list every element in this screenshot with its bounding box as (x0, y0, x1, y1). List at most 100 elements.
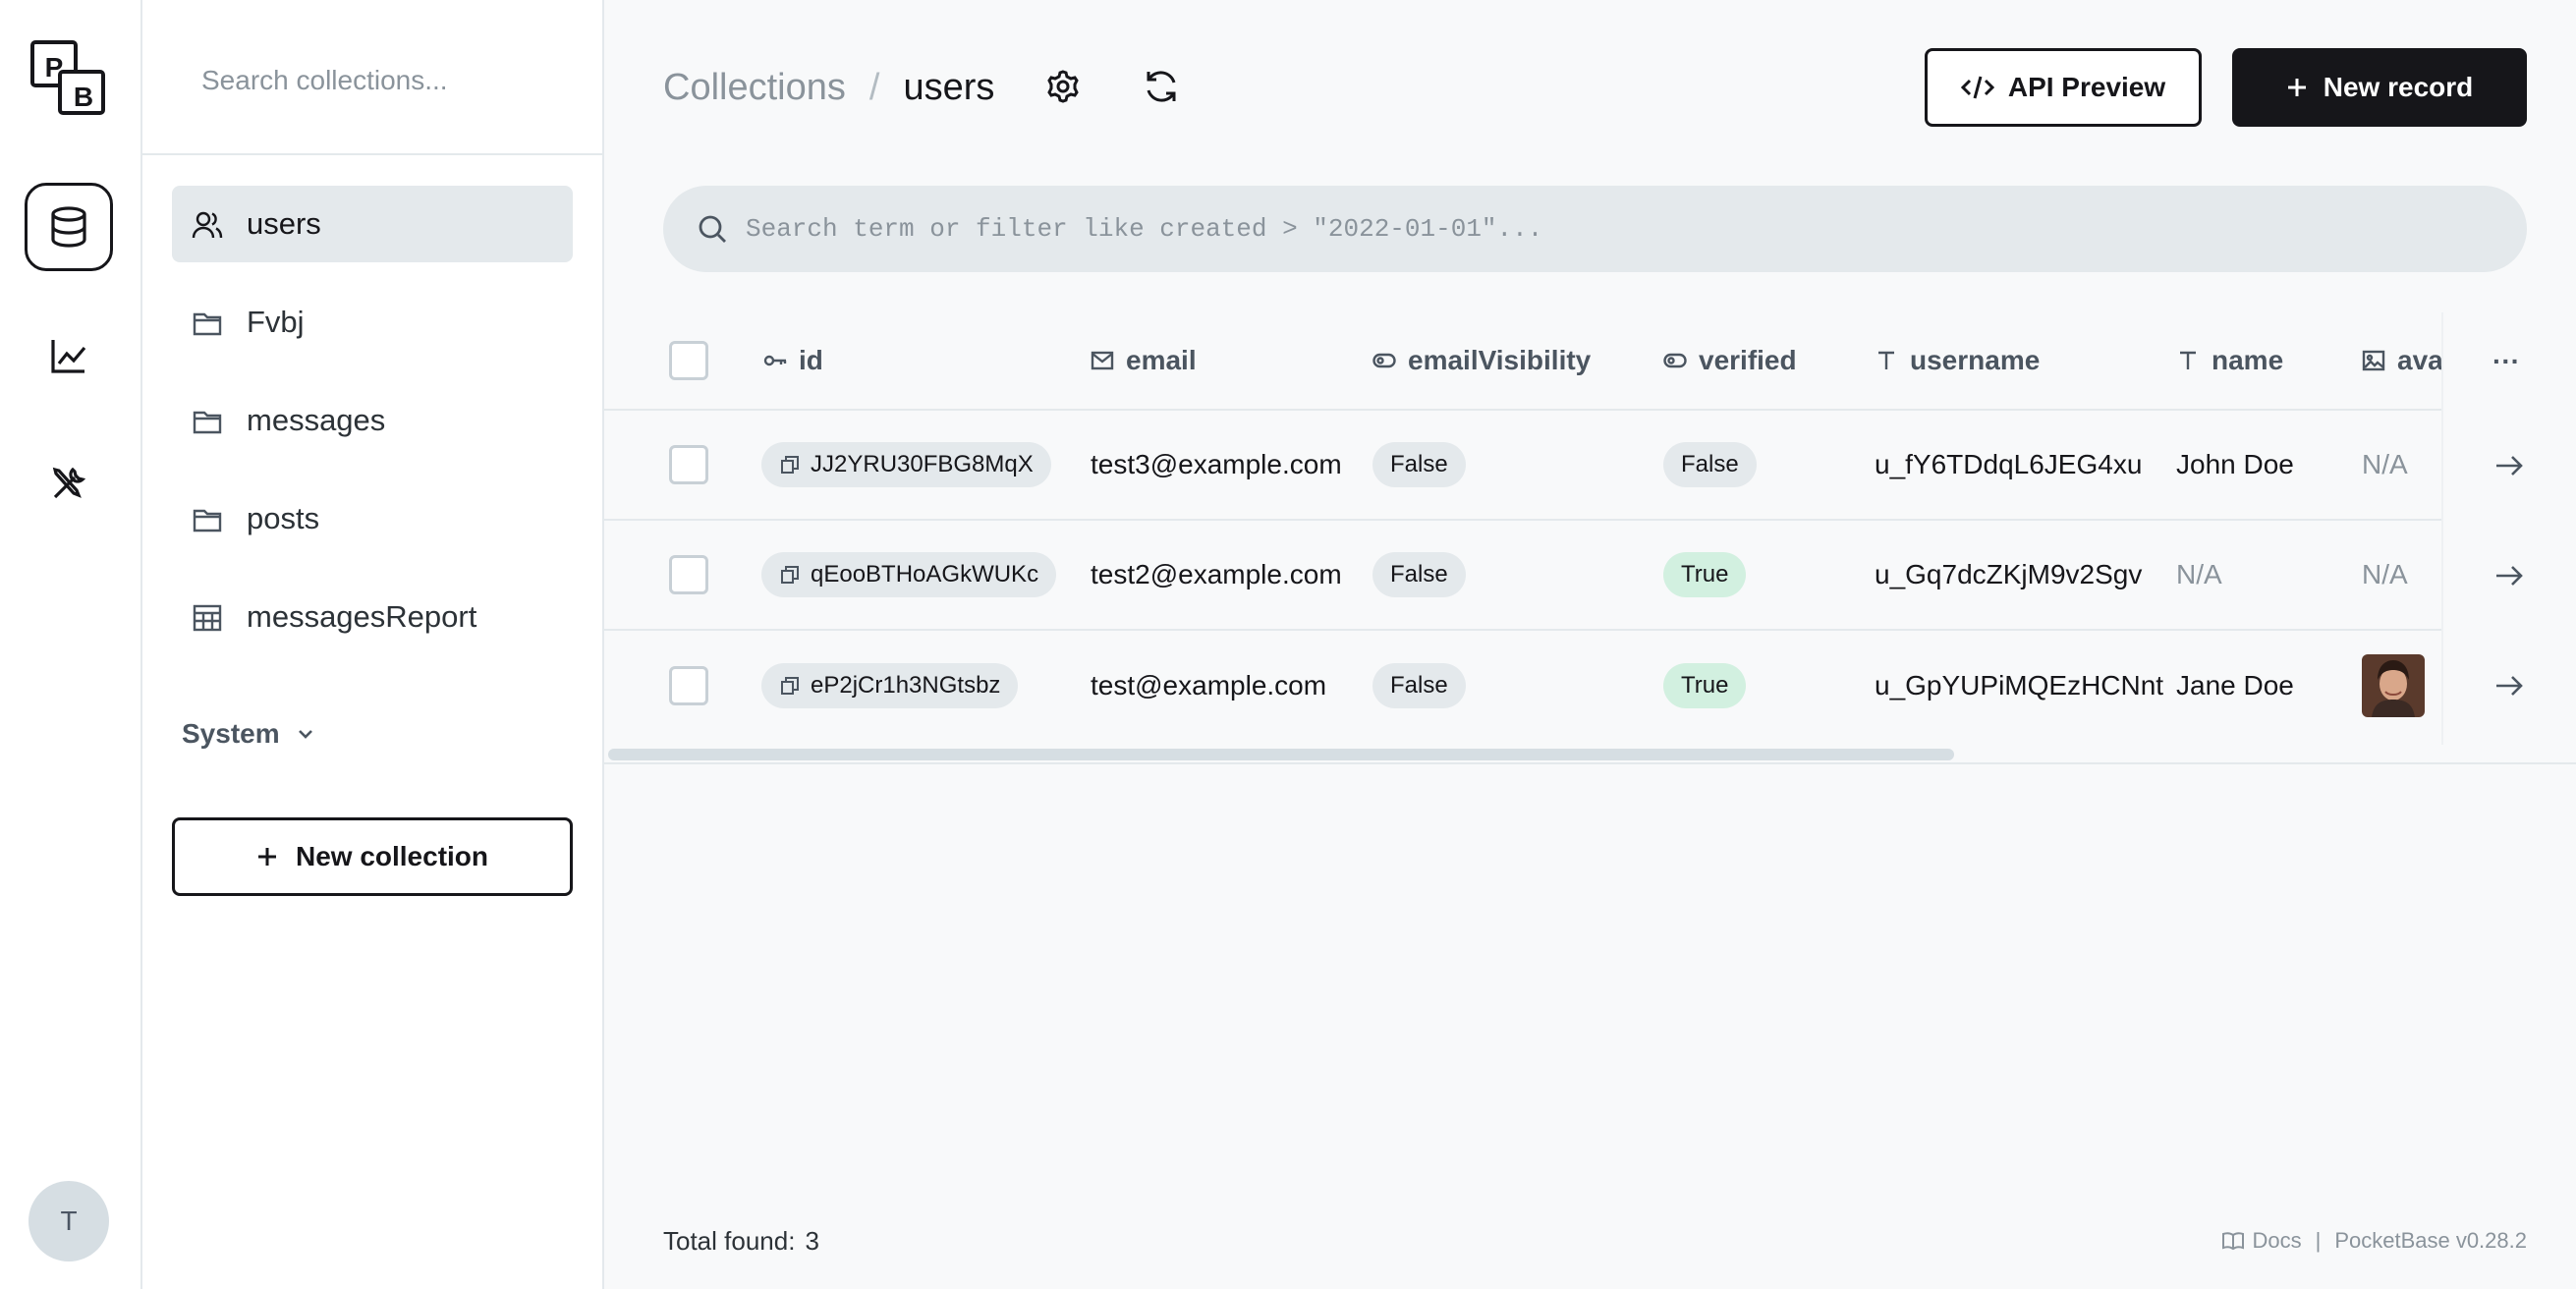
footer-links: Docs | PocketBase v0.28.2 (2222, 1228, 2527, 1254)
chevron-down-icon (298, 730, 312, 739)
text-icon (2180, 351, 2196, 369)
column-header-id[interactable]: id (763, 312, 823, 409)
status-badge: False (1663, 442, 1757, 487)
gear-icon[interactable] (1043, 67, 1083, 106)
emailvisibility-cell: False (1372, 631, 1466, 741)
book-icon (2222, 1232, 2245, 1251)
record-id-pill[interactable]: qEooBTHoAGkWUKc (761, 552, 1057, 597)
row-checkbox[interactable] (669, 666, 708, 705)
arrow-right-icon[interactable] (2492, 669, 2526, 702)
column-header-username[interactable]: username (1875, 312, 2040, 409)
version-link[interactable]: PocketBase v0.28.2 (2334, 1228, 2527, 1254)
column-header-label: username (1910, 345, 2041, 375)
select-all-checkbox[interactable] (669, 341, 708, 380)
key-icon (763, 355, 787, 366)
tools-icon (52, 467, 86, 499)
table-icon (193, 604, 222, 632)
column-header-email[interactable]: email (1091, 312, 1197, 409)
emailvisibility-cell: False (1372, 411, 1466, 519)
api-preview-label: API Preview (2007, 72, 2166, 102)
sidebar-item-messagesreport[interactable]: messagesReport (172, 579, 573, 655)
arrow-right-icon[interactable] (2492, 449, 2526, 482)
database-icon (51, 206, 86, 248)
arrow-right-icon[interactable] (2492, 559, 2526, 592)
username-cell: u_fY6TDdqL6JEG4xu (1875, 449, 2143, 479)
records-search-input[interactable] (746, 199, 2494, 258)
status-badge: False (1372, 663, 1466, 708)
avatar-photo (2362, 654, 2425, 717)
record-id: qEooBTHoAGkWUKc (811, 561, 1039, 588)
image-icon (2362, 350, 2385, 371)
sidebar-item-label: messages (247, 403, 386, 437)
toggle-icon (1372, 353, 1396, 368)
column-header-emailvisibility[interactable]: emailVisibility (1372, 312, 1591, 409)
user-avatar[interactable]: T (28, 1181, 109, 1261)
sidebar-item-label: posts (247, 501, 320, 535)
users-icon (192, 211, 223, 239)
id-cell: JJ2YRU30FBG8MqX (761, 411, 1051, 519)
copy-icon (781, 566, 799, 584)
table-header: id email emailVisibility verified userna… (604, 312, 2576, 411)
new-collection-label: New collection (295, 841, 489, 871)
rail-settings-button[interactable] (25, 439, 113, 528)
breadcrumb: Collections / users (663, 63, 994, 112)
emailvisibility-cell: False (1372, 521, 1466, 629)
verified-cell: False (1663, 411, 1757, 519)
folder-icon (193, 411, 222, 434)
name-cell: Jane Doe (2176, 670, 2294, 701)
sidebar-item-fvbj[interactable]: Fvbj (172, 284, 573, 361)
sidebar-item-users[interactable]: users (172, 186, 573, 262)
verified-cell: True (1663, 521, 1747, 629)
email-cell: test3@example.com (1091, 449, 1342, 479)
version-label: PocketBase v0.28.2 (2334, 1228, 2527, 1253)
records-search (663, 186, 2527, 272)
table-row[interactable]: qEooBTHoAGkWUKc test2@example.com False … (604, 521, 2576, 631)
column-header-avatar[interactable]: ava (2362, 312, 2441, 409)
total-found-count: 3 (805, 1226, 819, 1256)
column-header-name[interactable]: name (2176, 312, 2283, 409)
column-header-verified[interactable]: verified (1663, 312, 1797, 409)
record-id: eP2jCr1h3NGtsbz (811, 672, 1001, 699)
collections-search (142, 0, 602, 155)
column-header-label: ava (2397, 345, 2441, 375)
breadcrumb-collections[interactable]: Collections (663, 67, 846, 109)
system-collections-toggle[interactable]: System (182, 712, 315, 756)
new-record-button[interactable]: New record (2232, 48, 2527, 127)
main-content: Collections / users API Preview New reco… (604, 0, 2576, 1289)
folder-icon (193, 509, 222, 532)
folder-icon (193, 312, 222, 336)
row-select-cell (669, 631, 708, 741)
sidebar-item-messages[interactable]: messages (172, 382, 573, 459)
docs-link[interactable]: Docs (2222, 1228, 2302, 1254)
plus-icon (2287, 79, 2306, 96)
status-badge: False (1372, 442, 1466, 487)
rail-collections-button[interactable] (25, 183, 113, 271)
horizontal-scrollbar[interactable] (608, 749, 1954, 760)
refresh-icon[interactable] (1142, 67, 1181, 106)
table-row[interactable]: JJ2YRU30FBG8MqX test3@example.com False … (604, 411, 2576, 521)
column-options-button[interactable]: ··· (2492, 312, 2520, 411)
table-row[interactable]: eP2jCr1h3NGtsbz test@example.com False T… (604, 631, 2576, 741)
status-badge: True (1663, 552, 1747, 597)
api-preview-button[interactable]: API Preview (1925, 48, 2202, 127)
rail-logs-button[interactable] (25, 311, 113, 400)
new-collection-button[interactable]: New collection (172, 817, 573, 896)
avatar-thumbnail[interactable] (2362, 654, 2425, 717)
collections-search-input[interactable] (201, 51, 575, 110)
sidebar-item-posts[interactable]: posts (172, 480, 573, 557)
row-checkbox[interactable] (669, 445, 708, 484)
sidebar-item-label: users (247, 206, 321, 241)
docs-label: Docs (2252, 1228, 2302, 1253)
select-all-cell (669, 312, 708, 409)
system-label: System (182, 718, 280, 749)
pocketbase-logo[interactable]: P B (29, 39, 108, 118)
row-checkbox[interactable] (669, 555, 708, 594)
mail-icon (1091, 351, 1114, 370)
record-id-pill[interactable]: eP2jCr1h3NGtsbz (761, 663, 1019, 708)
sidebar-item-label: Fvbj (247, 305, 305, 339)
record-id-pill[interactable]: JJ2YRU30FBG8MqX (761, 442, 1051, 487)
avatar-cell (2362, 631, 2425, 741)
page-title: users (903, 66, 995, 108)
row-select-cell (669, 411, 708, 519)
email-cell: test@example.com (1091, 670, 1327, 701)
